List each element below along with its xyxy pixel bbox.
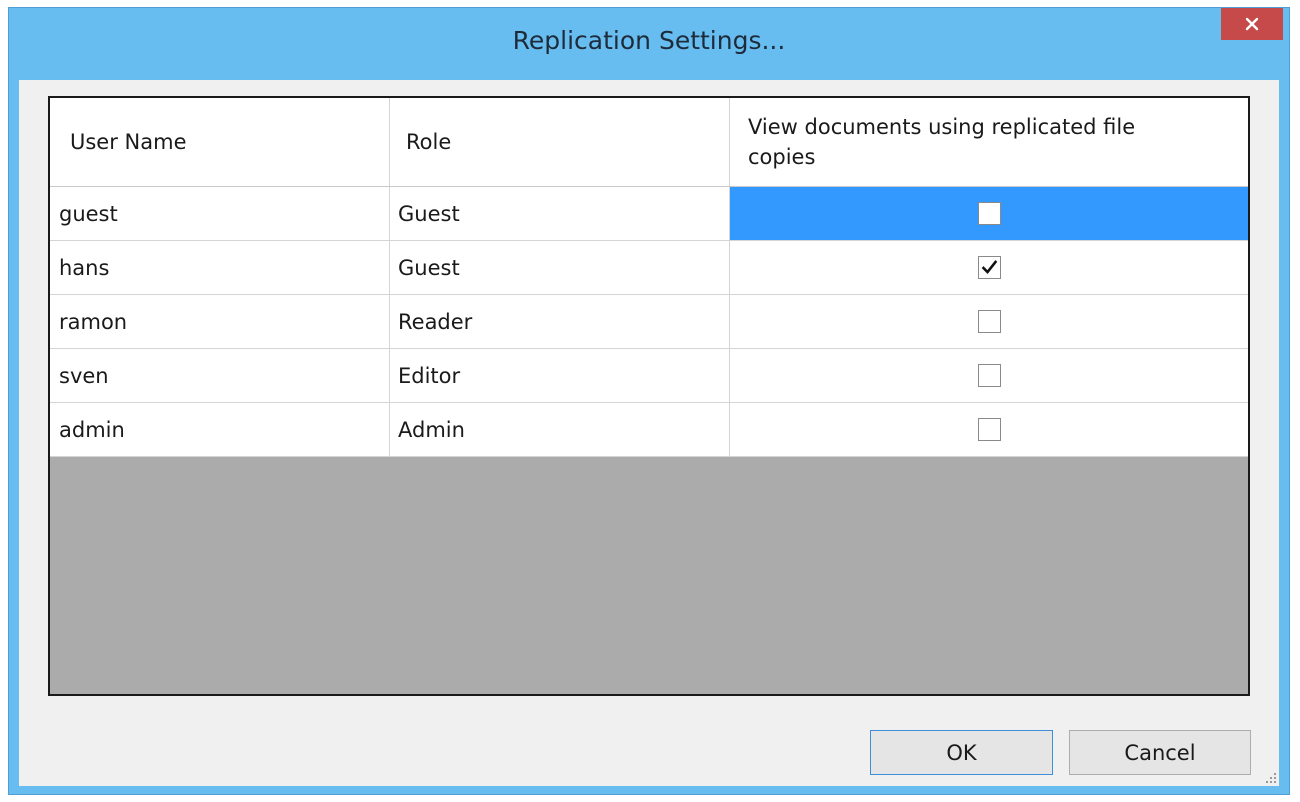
column-header-view-replicated[interactable]: View documents using replicated file cop… bbox=[730, 98, 1248, 186]
title-bar[interactable]: Replication Settings... bbox=[9, 8, 1289, 78]
cell-user-name[interactable]: hans bbox=[50, 241, 390, 294]
cell-view-replicated[interactable] bbox=[730, 349, 1248, 402]
cell-user-name[interactable]: sven bbox=[50, 349, 390, 402]
table-row[interactable]: admin Admin bbox=[50, 403, 1248, 457]
cancel-button[interactable]: Cancel bbox=[1069, 730, 1251, 775]
replication-settings-dialog: Replication Settings... User Name Role V… bbox=[8, 7, 1290, 795]
cell-role[interactable]: Admin bbox=[390, 403, 730, 456]
table-row[interactable]: sven Editor bbox=[50, 349, 1248, 403]
cell-role[interactable]: Reader bbox=[390, 295, 730, 348]
cell-role[interactable]: Guest bbox=[390, 187, 730, 240]
view-replicated-checkbox[interactable] bbox=[977, 418, 1001, 441]
close-icon bbox=[1245, 17, 1259, 31]
grid-header: User Name Role View documents using repl… bbox=[50, 98, 1248, 187]
view-replicated-checkbox[interactable] bbox=[977, 256, 1001, 279]
view-replicated-checkbox[interactable] bbox=[977, 310, 1001, 333]
cell-user-name[interactable]: admin bbox=[50, 403, 390, 456]
cell-role[interactable]: Editor bbox=[390, 349, 730, 402]
users-grid: User Name Role View documents using repl… bbox=[48, 96, 1250, 696]
cell-user-name[interactable]: ramon bbox=[50, 295, 390, 348]
cell-user-name[interactable]: guest bbox=[50, 187, 390, 240]
cell-view-replicated[interactable] bbox=[730, 295, 1248, 348]
check-icon bbox=[981, 260, 997, 274]
table-row[interactable]: ramon Reader bbox=[50, 295, 1248, 349]
grid-body: guest Guest hans Guest ramon Reader sven Editor… bbox=[50, 187, 1248, 457]
dialog-content: User Name Role View documents using repl… bbox=[19, 80, 1279, 786]
ok-button[interactable]: OK bbox=[870, 730, 1053, 775]
view-replicated-checkbox[interactable] bbox=[977, 202, 1001, 225]
view-replicated-checkbox[interactable] bbox=[977, 364, 1001, 387]
dialog-title: Replication Settings... bbox=[512, 26, 786, 55]
column-header-user-name[interactable]: User Name bbox=[50, 98, 390, 186]
close-button[interactable] bbox=[1221, 8, 1283, 40]
cell-role[interactable]: Guest bbox=[390, 241, 730, 294]
cell-view-replicated[interactable] bbox=[730, 241, 1248, 294]
table-row[interactable]: guest Guest bbox=[50, 187, 1248, 241]
table-row[interactable]: hans Guest bbox=[50, 241, 1248, 295]
cell-view-replicated[interactable] bbox=[730, 187, 1248, 240]
resize-grip-icon[interactable] bbox=[1263, 770, 1277, 784]
column-header-role[interactable]: Role bbox=[390, 98, 730, 186]
cell-view-replicated[interactable] bbox=[730, 403, 1248, 456]
